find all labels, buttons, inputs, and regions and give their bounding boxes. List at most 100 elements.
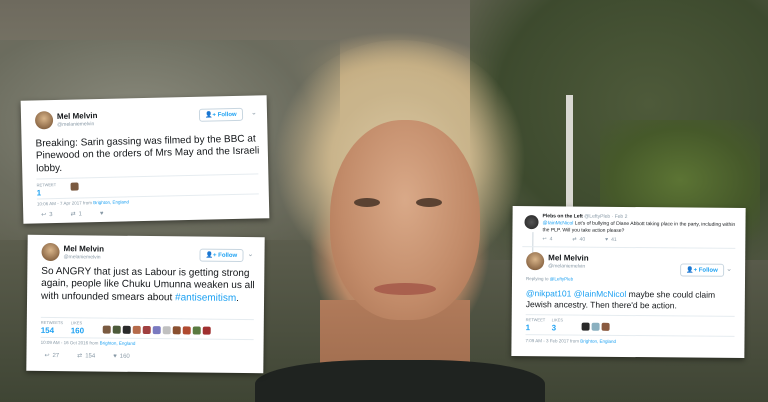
hashtag-link[interactable]: #antisemitism — [175, 292, 236, 304]
liker-avatars — [70, 182, 79, 191]
retweet-icon: ⇄ — [70, 211, 76, 218]
retweets-label: RETWEETS — [40, 319, 64, 326]
author-name[interactable]: Mel Melvin — [548, 253, 589, 262]
likes-label: LIKES — [70, 320, 83, 326]
tweet-card-sarin: Mel Melvin @melaniemelvin 👤+ Follow ⌄ Br… — [20, 95, 270, 224]
liker-avatar[interactable] — [591, 322, 600, 331]
likes-count[interactable]: 3 — [552, 323, 557, 332]
parent-avatar[interactable] — [524, 215, 539, 230]
heart-icon: ♥ — [99, 210, 104, 217]
tweet-actions: ↩ 27 ⇄ 154 ♥ 160 — [44, 352, 129, 360]
tweet-text: @nikpat101 @IainMcNicol maybe she could … — [525, 288, 716, 311]
replying-to-link[interactable]: @LeftyPleb — [550, 276, 573, 281]
retweets-count[interactable]: 154 — [41, 326, 54, 335]
retweet-button[interactable]: ⇄ 1 — [70, 210, 83, 218]
avatar[interactable] — [34, 111, 54, 130]
mention-link[interactable]: @IainMcNicol — [542, 220, 573, 226]
reply-icon: ↩ — [542, 236, 547, 243]
divider — [36, 193, 259, 200]
follow-button[interactable]: 👤+ Follow — [199, 248, 244, 263]
liker-avatar[interactable] — [132, 325, 141, 334]
heart-icon: ♥ — [605, 236, 609, 243]
liker-avatars — [102, 325, 211, 335]
reply-icon: ↩ — [41, 212, 47, 219]
location-link[interactable]: Brighton, England — [580, 339, 616, 344]
liker-avatar[interactable] — [182, 326, 191, 335]
author-handle[interactable]: @melaniemelvin — [63, 254, 100, 260]
tweet-actions: ↩ 3 ⇄ 1 ♥ — [41, 210, 106, 218]
tweet-timestamp: 10:09 AM - 16 Oct 2016 from Brighton, En… — [40, 339, 136, 346]
parent-author-handle[interactable]: @LeftyPleb · Feb 2 — [584, 214, 627, 220]
liker-avatar[interactable] — [202, 326, 211, 335]
likes-count[interactable]: 160 — [71, 326, 84, 335]
liker-avatar[interactable] — [162, 326, 171, 335]
background-pole — [566, 95, 573, 210]
retweet-icon: ⇄ — [572, 236, 577, 243]
tweet-timestamp: 7:09 AM - 3 Feb 2017 from Brighton, Engl… — [525, 338, 617, 344]
retweets-label: RETWEET — [36, 182, 57, 188]
reply-button[interactable]: ↩ 4 — [542, 236, 552, 242]
liker-avatar[interactable] — [172, 326, 181, 335]
follow-icon: 👤+ — [686, 267, 698, 274]
liker-avatar[interactable] — [581, 322, 590, 331]
liker-avatar[interactable] — [192, 326, 201, 335]
liker-avatar[interactable] — [102, 325, 111, 334]
author-name[interactable]: Mel Melvin — [64, 244, 105, 253]
location-link[interactable]: Brighton, England — [100, 341, 136, 346]
retweets-count[interactable]: 1 — [526, 323, 531, 332]
retweet-button[interactable]: ⇄ 40 — [572, 237, 585, 243]
author-handle[interactable]: @melaniemelvin — [548, 263, 585, 269]
replying-to: Replying to @LeftyPleb — [526, 276, 574, 282]
author-handle[interactable]: @melaniemelvin — [57, 121, 94, 128]
retweets-label: RETWEET — [525, 317, 546, 323]
parent-tweet-actions: ↩ 4 ⇄ 40 ♥ 41 — [542, 236, 616, 243]
reply-button[interactable]: ↩ 27 — [44, 352, 59, 359]
mention-link[interactable]: @IainMcNicol — [574, 289, 627, 299]
like-button[interactable]: ♥ 160 — [113, 353, 130, 360]
avatar[interactable] — [526, 252, 545, 271]
portrait-left-eye — [354, 198, 380, 207]
mention-link[interactable]: @nikpat101 — [526, 288, 572, 298]
tweet-timestamp: 10:06 AM - 7 Apr 2017 from Brighton, Eng… — [36, 199, 130, 207]
retweets-count[interactable]: 1 — [37, 188, 42, 197]
parent-header: Plebs on the Left @LeftyPleb · Feb 2 — [543, 213, 628, 220]
reply-icon: ↩ — [44, 352, 50, 359]
liker-avatar[interactable] — [112, 325, 121, 334]
tweet-card-abbott: Plebs on the Left @LeftyPleb · Feb 2 @Ia… — [511, 205, 746, 359]
chevron-down-icon[interactable]: ⌄ — [251, 108, 257, 116]
tweet-text: Breaking: Sarin gassing was filmed by th… — [35, 133, 260, 175]
follow-label: Follow — [218, 252, 238, 259]
retweet-icon: ⇄ — [77, 353, 83, 360]
liker-avatar[interactable] — [601, 322, 610, 331]
portrait-mouth — [374, 283, 436, 295]
retweet-button[interactable]: ⇄ 154 — [77, 352, 95, 359]
follow-label: Follow — [217, 111, 237, 119]
liker-avatar[interactable] — [152, 326, 161, 335]
parent-author-name[interactable]: Plebs on the Left — [543, 213, 583, 219]
tweet-card-labour: Mel Melvin @melaniemelvin 👤+ Follow ⌄ So… — [26, 234, 265, 374]
author-name[interactable]: Mel Melvin — [57, 111, 98, 121]
follow-button[interactable]: 👤+ Follow — [198, 107, 243, 122]
portrait-right-eye — [416, 198, 442, 207]
follow-button[interactable]: 👤+ Follow — [680, 263, 724, 277]
chevron-down-icon[interactable]: ⌄ — [726, 265, 732, 273]
location-link[interactable]: Brighton, England — [93, 199, 129, 205]
liker-avatar[interactable] — [70, 182, 79, 191]
portrait-clothing — [255, 360, 545, 402]
tweet-text: So ANGRY that just as Labour is getting … — [41, 265, 255, 304]
reply-button[interactable]: ↩ 3 — [41, 211, 53, 219]
divider — [522, 246, 736, 249]
like-button[interactable]: ♥ 41 — [605, 237, 617, 243]
follow-icon: 👤+ — [205, 252, 217, 259]
liker-avatar[interactable] — [122, 325, 131, 334]
liker-avatars — [581, 322, 610, 331]
likes-label: LIKES — [551, 317, 564, 323]
follow-icon: 👤+ — [204, 112, 217, 119]
avatar[interactable] — [41, 242, 60, 262]
parent-tweet-text: @IainMcNicol Lot's of bullying of Diane … — [542, 220, 736, 234]
heart-icon: ♥ — [113, 353, 117, 360]
chevron-down-icon[interactable]: ⌄ — [247, 250, 253, 258]
liker-avatar[interactable] — [142, 325, 151, 335]
like-button[interactable]: ♥ — [100, 210, 107, 217]
divider — [525, 334, 735, 337]
